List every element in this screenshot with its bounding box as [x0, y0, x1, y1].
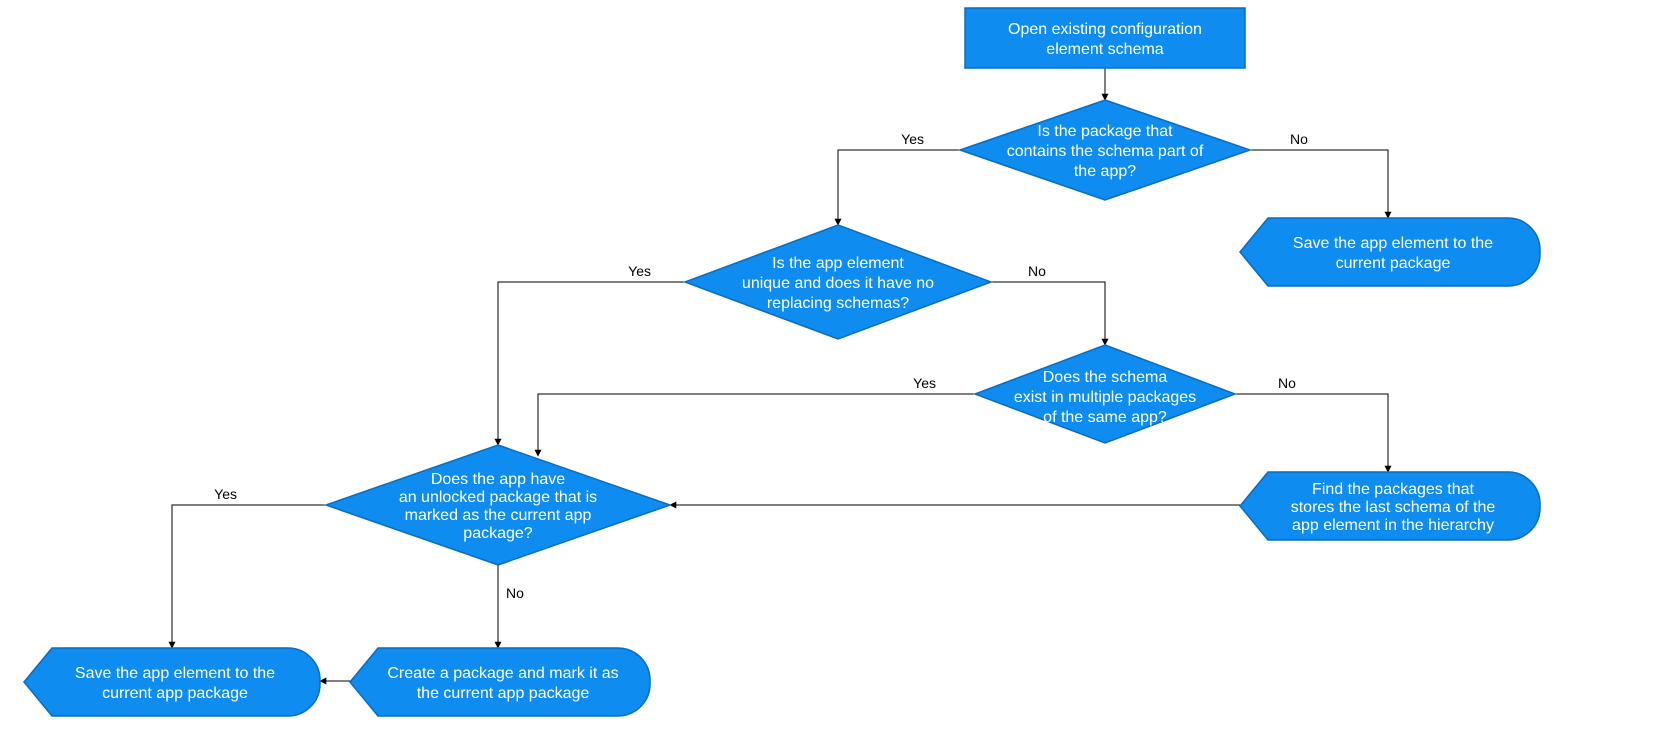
svg-text:Is the package that: Is the package that	[1037, 123, 1173, 140]
edge-d1-no-p1	[1250, 150, 1388, 218]
node-d1: Is the package that contains the schema …	[960, 100, 1250, 200]
svg-text:package?: package?	[463, 525, 532, 542]
svg-text:stores the last schema of the: stores the last schema of the	[1291, 499, 1496, 516]
label-d1-no: No	[1290, 131, 1308, 147]
svg-text:current app package: current app package	[102, 685, 248, 702]
node-p2: Find the packages that stores the last s…	[1240, 472, 1540, 540]
node-d2: Is the app element unique and does it ha…	[685, 225, 991, 339]
label-d1-yes: Yes	[901, 131, 924, 147]
node-d3: Does the schema exist in multiple packag…	[975, 345, 1235, 443]
svg-text:an unlocked package that is: an unlocked package that is	[399, 489, 597, 506]
edge-d4-yes-p4	[172, 505, 326, 648]
svg-text:Find the packages that: Find the packages that	[1312, 481, 1474, 498]
svg-text:Save the app element to the: Save the app element to the	[1293, 235, 1493, 252]
label-d2-yes: Yes	[628, 263, 651, 279]
svg-text:Create a package and mark it a: Create a package and mark it as	[387, 665, 618, 682]
svg-text:unique and does it have no: unique and does it have no	[742, 275, 934, 292]
label-d2-no: No	[1028, 263, 1046, 279]
svg-text:Save the app element to the: Save the app element to the	[75, 665, 275, 682]
svg-text:the current app package: the current app package	[417, 685, 590, 702]
svg-text:the app?: the app?	[1074, 163, 1136, 180]
svg-text:marked as the current app: marked as the current app	[405, 507, 592, 524]
label-d4-no: No	[506, 585, 524, 601]
node-p1: Save the app element to the current pack…	[1240, 218, 1540, 286]
svg-text:current package: current package	[1336, 255, 1451, 272]
svg-text:exist in multiple packages: exist in multiple packages	[1014, 389, 1196, 406]
node-start: Open existing configuration element sche…	[965, 8, 1245, 68]
node-p3: Create a package and mark it as the curr…	[350, 648, 650, 716]
svg-text:replacing schemas?: replacing schemas?	[767, 295, 909, 312]
label-d3-no: No	[1278, 375, 1296, 391]
node-start-text-l1: Open existing configuration	[1008, 21, 1202, 38]
label-d3-yes: Yes	[913, 375, 936, 391]
edge-d2-yes-d4	[498, 282, 685, 445]
svg-text:app element in the hierarchy: app element in the hierarchy	[1292, 517, 1494, 534]
node-p4: Save the app element to the current app …	[24, 648, 320, 716]
edge-d1-yes-d2	[838, 150, 960, 225]
svg-text:Does the app have: Does the app have	[431, 471, 565, 488]
svg-text:of the same app?: of the same app?	[1043, 409, 1167, 426]
edge-d2-no-d3	[991, 282, 1105, 345]
node-d4: Does the app have an unlocked package th…	[326, 445, 670, 565]
label-d4-yes: Yes	[214, 486, 237, 502]
edge-d3-no-p2	[1235, 394, 1388, 472]
node-start-text-l2: element schema	[1046, 41, 1163, 58]
svg-text:contains the schema part of: contains the schema part of	[1007, 143, 1204, 160]
svg-text:Is the app element: Is the app element	[772, 255, 904, 272]
edge-d3-yes-d4	[538, 394, 975, 456]
svg-text:Does the schema: Does the schema	[1043, 369, 1168, 386]
